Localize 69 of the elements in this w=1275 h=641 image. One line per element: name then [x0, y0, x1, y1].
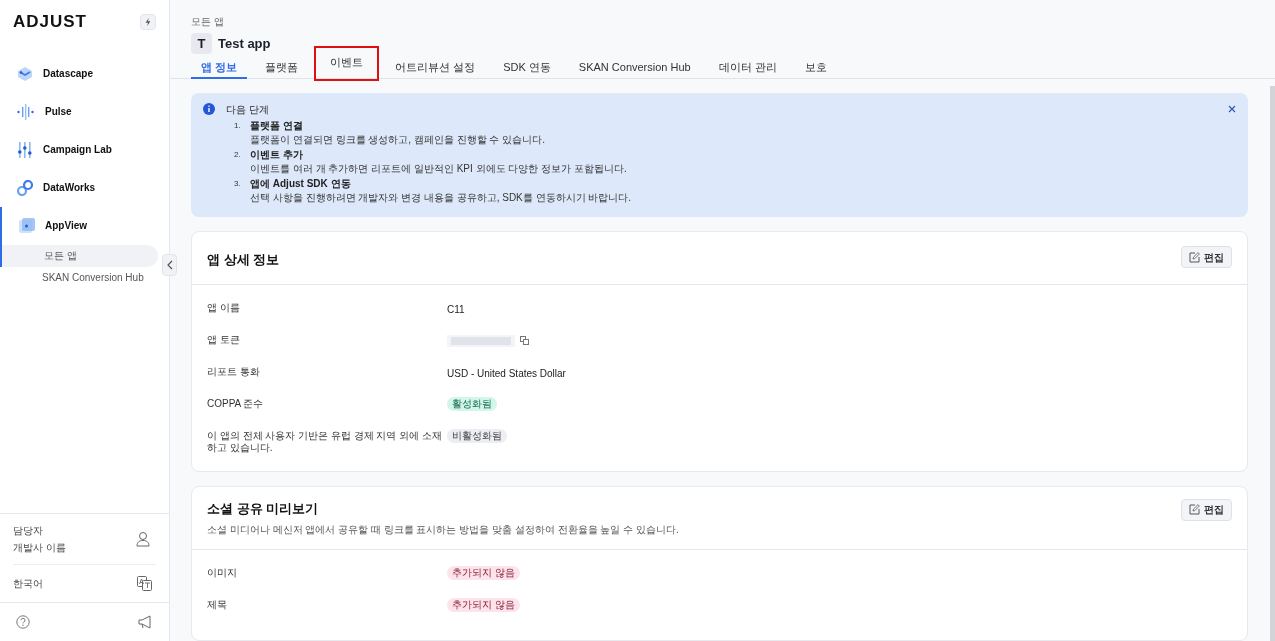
- megaphone-icon[interactable]: [138, 615, 153, 629]
- notice-title: 다음 단계: [226, 103, 270, 116]
- field-label: 앱 이름: [207, 300, 241, 314]
- nav-item[interactable]: Datascape: [0, 54, 169, 93]
- chevron-left-icon: [166, 260, 173, 270]
- field-label: 리포트 통화: [207, 364, 261, 378]
- status-badge: 활성화됨: [447, 396, 497, 411]
- tab[interactable]: 앱 정보: [191, 58, 248, 79]
- language-label[interactable]: 한국어: [13, 576, 43, 591]
- user-name: 개발사 이름: [13, 541, 66, 555]
- tab[interactable]: 플랫폼: [255, 58, 309, 79]
- nav-item[interactable]: DataWorks: [0, 168, 169, 207]
- nav-subitem[interactable]: 모든 앱: [0, 244, 158, 267]
- step-description: 이벤트를 여러 개 추가하면 리포트에 일반적인 KPI 외에도 다양한 정보가 포함됩니다.: [250, 162, 627, 175]
- card-title: 앱 상세 정보: [207, 251, 280, 269]
- copy-icon[interactable]: [520, 336, 529, 345]
- collapse-button[interactable]: [162, 254, 177, 276]
- tab[interactable]: SKAN Conversion Hub: [568, 58, 701, 79]
- sliders-icon: [17, 141, 33, 158]
- translate-icon[interactable]: [137, 576, 152, 591]
- nav-item[interactable]: Pulse: [0, 92, 169, 131]
- step-title: 이벤트 추가: [250, 148, 304, 161]
- app-avatar: T: [191, 33, 212, 54]
- status-badge: 비활성화됨: [447, 428, 507, 443]
- breadcrumb[interactable]: 모든 앱: [191, 16, 224, 28]
- nav-item[interactable]: Campaign Lab: [0, 130, 169, 169]
- tab[interactable]: 어트리뷰션 설정: [385, 58, 486, 79]
- step-number: 2.: [234, 149, 242, 161]
- status-badge: 추가되지 않음: [447, 566, 520, 580]
- field-label: COPPA 준수: [207, 396, 265, 410]
- close-icon[interactable]: [1228, 105, 1236, 113]
- field-label: 앱 토큰: [207, 332, 241, 346]
- status-badge: 추가되지 않음: [447, 598, 520, 612]
- sound-wave-icon: [17, 103, 35, 120]
- step-number: 1.: [234, 120, 242, 132]
- edit-icon: [1189, 504, 1200, 515]
- edit-icon: [1189, 251, 1200, 263]
- scrollbar[interactable]: [1270, 86, 1275, 641]
- tab[interactable]: 보호: [794, 58, 837, 79]
- edit-button[interactable]: 편집: [1181, 246, 1232, 268]
- field-value: USD - United States Dollar: [447, 366, 566, 381]
- layers-icon: [17, 65, 33, 82]
- card-description: 소셜 미디어나 메신저 앱에서 공유할 때 링크를 표시하는 방법을 맞춤 설정하여 전환율을 높일 수 있습니다.: [207, 523, 679, 537]
- step-description: 선택 사항을 진행하려면 개발자와 변경 내용을 공유하고, SDK를 연동하시기 바랍니다.: [250, 191, 632, 204]
- step-description: 플랫폼이 연결되면 링크를 생성하고, 캠페인을 진행할 수 있습니다.: [250, 133, 545, 146]
- step-title: 앱에 Adjust SDK 연동: [250, 177, 352, 190]
- info-icon: [203, 103, 215, 115]
- tab[interactable]: 이벤트: [316, 48, 378, 79]
- app-square-icon: [19, 217, 35, 234]
- lightning-button[interactable]: [140, 13, 156, 30]
- field-label: 제목: [207, 598, 228, 611]
- tab[interactable]: 데이터 관리: [708, 58, 787, 79]
- user-role: 담당자: [13, 524, 44, 538]
- nav-subitem[interactable]: SKAN Conversion Hub: [0, 266, 158, 289]
- step-number: 3.: [234, 178, 242, 190]
- field-value: C11: [447, 302, 465, 317]
- user-icon[interactable]: [136, 531, 150, 547]
- tab[interactable]: SDK 연동: [493, 58, 561, 79]
- lightning-icon: [144, 17, 152, 26]
- help-icon[interactable]: [16, 615, 30, 629]
- masked-token: [447, 334, 515, 347]
- card-title: 소셜 공유 미리보기: [207, 499, 320, 518]
- app-title: Test app: [218, 34, 271, 53]
- step-title: 플랫폼 연결: [250, 119, 304, 132]
- edit-button[interactable]: 편집: [1181, 498, 1232, 521]
- chain-link-icon: [17, 179, 33, 196]
- adjust-logo: ADJUST: [13, 11, 87, 33]
- field-label: 이미지: [207, 566, 238, 579]
- field-label: 이 앱의 전체 사용자 기반은 유럽 경제 지역 외에 소재하고 있습니다.: [207, 428, 443, 454]
